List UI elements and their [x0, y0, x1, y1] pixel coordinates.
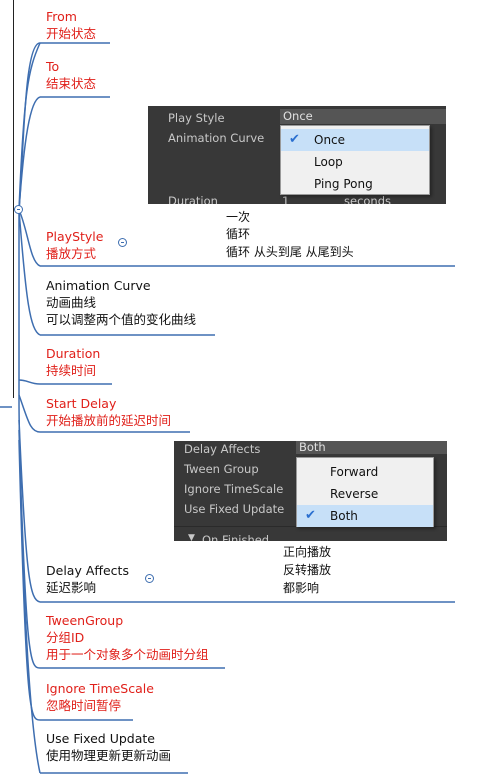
node-to[interactable]: To 结束状态: [46, 58, 96, 92]
check-icon: ✔: [305, 508, 316, 523]
node-start-delay[interactable]: Start Delay 开始播放前的延迟时间: [46, 395, 171, 429]
node-ignore-timescale-desc: 忽略时间暂停: [46, 698, 122, 713]
dropdown-item-loop[interactable]: Loop: [281, 151, 429, 173]
check-icon: ✔: [289, 132, 300, 147]
node-start-delay-title: Start Delay: [46, 396, 117, 411]
node-tween-group[interactable]: TweenGroup 分组ID 用于一个对象多个动画时分组: [46, 612, 209, 663]
dropdown-item-both[interactable]: ✔ Both: [297, 505, 433, 527]
node-use-fixed-update-title: Use Fixed Update: [46, 731, 155, 746]
tween-group-label: Tween Group: [184, 462, 259, 476]
node-animation-curve[interactable]: Animation Curve 动画曲线 可以调整两个值的变化曲线: [46, 277, 196, 328]
node-from[interactable]: From 开始状态: [46, 8, 96, 42]
playstyle-collapse-toggle[interactable]: [118, 238, 127, 247]
node-start-delay-desc: 开始播放前的延迟时间: [46, 413, 172, 428]
node-to-title: To: [46, 59, 60, 74]
foldout-arrow-icon[interactable]: ▼: [188, 533, 195, 541]
node-playstyle[interactable]: PlayStyle 播放方式: [46, 228, 103, 262]
node-duration-desc: 持续时间: [46, 363, 97, 378]
node-animation-curve-desc2: 可以调整两个值的变化曲线: [46, 312, 197, 327]
node-ignore-timescale-title: Ignore TimeScale: [46, 681, 154, 696]
delay-affects-dropdown-menu: Forward Reverse ✔ Both: [296, 457, 434, 527]
node-use-fixed-update[interactable]: Use Fixed Update 使用物理更新更新动画: [46, 730, 171, 764]
node-delay-affects[interactable]: Delay Affects 延迟影响: [46, 562, 129, 596]
play-style-dropdown-menu: ✔ Once Loop Ping Pong: [280, 125, 430, 195]
delay-affects-field[interactable]: Both: [296, 441, 447, 454]
duration-value[interactable]: 1: [282, 194, 289, 204]
duration-unit: seconds: [344, 194, 392, 204]
playstyle-note-loop: 循环: [226, 227, 251, 241]
node-tween-group-desc2: 用于一个对象多个动画时分组: [46, 647, 209, 662]
dropdown-item-once[interactable]: ✔ Once: [281, 129, 429, 151]
node-ignore-timescale[interactable]: Ignore TimeScale 忽略时间暂停: [46, 680, 154, 714]
play-style-field[interactable]: Once: [280, 109, 446, 124]
node-tween-group-desc1: 分组ID: [46, 630, 85, 645]
node-animation-curve-desc1: 动画曲线: [46, 295, 97, 310]
play-style-inspector-panel: Play Style Once Animation Curve Duration…: [148, 106, 446, 204]
use-fixed-update-label: Use Fixed Update: [184, 502, 285, 516]
playstyle-note-pingpong: 循环 从头到尾 从尾到头: [226, 245, 354, 259]
node-duration-title: Duration: [46, 346, 101, 361]
node-tween-group-title: TweenGroup: [46, 613, 124, 628]
node-delay-affects-title: Delay Affects: [46, 563, 129, 578]
delay-affects-collapse-toggle[interactable]: [145, 574, 154, 583]
node-playstyle-desc: 播放方式: [46, 246, 97, 261]
root-collapse-toggle[interactable]: [14, 205, 23, 214]
delay-affects-note-forward: 正向播放: [283, 545, 332, 559]
node-playstyle-title: PlayStyle: [46, 229, 104, 244]
node-delay-affects-desc: 延迟影响: [46, 580, 97, 595]
delay-affects-label: Delay Affects: [184, 442, 261, 456]
on-finished-label: On Finished: [202, 533, 270, 541]
node-animation-curve-title: Animation Curve: [46, 278, 151, 293]
delay-affects-note-reverse: 反转播放: [283, 563, 332, 577]
node-to-desc: 结束状态: [46, 76, 97, 91]
animation-curve-label: Animation Curve: [168, 131, 265, 145]
left-edge-line: [13, 0, 14, 398]
node-from-desc: 开始状态: [46, 26, 97, 41]
delay-affects-note-both: 都影响: [283, 581, 320, 595]
dropdown-item-ping-pong[interactable]: Ping Pong: [281, 173, 429, 195]
node-from-title: From: [46, 9, 77, 24]
delay-affects-inspector-panel: Delay Affects Both Tween Group Ignore Ti…: [174, 441, 447, 541]
dropdown-item-reverse[interactable]: Reverse: [297, 483, 433, 505]
playstyle-note-once: 一次: [226, 210, 251, 224]
dropdown-item-forward[interactable]: Forward: [297, 461, 433, 483]
play-style-label: Play Style: [168, 111, 225, 125]
duration-label: Duration: [168, 194, 218, 204]
node-use-fixed-update-desc: 使用物理更新更新动画: [46, 748, 172, 763]
node-duration[interactable]: Duration 持续时间: [46, 345, 100, 379]
ignore-timescale-label: Ignore TimeScale: [184, 482, 284, 496]
